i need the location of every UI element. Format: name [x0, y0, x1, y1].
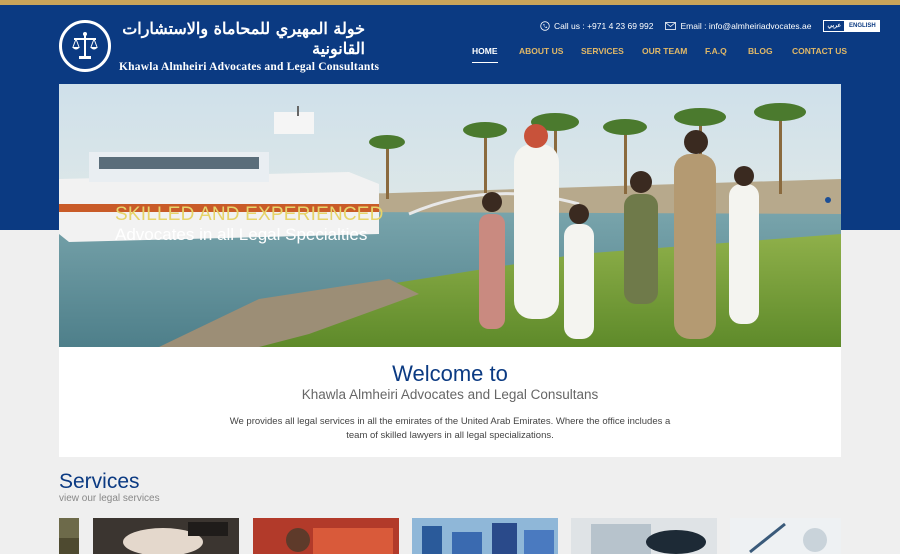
nav-blog[interactable]: BLOG: [748, 46, 773, 56]
email-address: Email : info@almheiriadvocates.ae: [680, 21, 812, 31]
services-subtitle: view our legal services: [59, 493, 160, 504]
service-thumbnail[interactable]: [730, 518, 841, 554]
service-thumbnail[interactable]: [412, 518, 558, 554]
email-us[interactable]: Email : info@almheiriadvocates.ae: [665, 21, 811, 31]
service-thumbnail[interactable]: [253, 518, 399, 554]
nav-about-us[interactable]: ABOUT US: [519, 46, 563, 56]
services-title: Services: [59, 470, 140, 493]
hero-subline: Advocates in all Legal Specialties: [115, 225, 368, 244]
welcome-text: We provides all legal services in all th…: [229, 416, 671, 441]
service-thumbnail[interactable]: [93, 518, 239, 554]
service-thumbnail[interactable]: [59, 518, 79, 554]
phone-number: Call us : +971 4 23 69 992: [554, 21, 654, 31]
lang-english-button[interactable]: ENGLISH: [845, 20, 880, 32]
nav-services[interactable]: SERVICES: [581, 46, 624, 56]
lang-arabic-button[interactable]: عربي: [823, 20, 846, 32]
phone-icon: [540, 21, 550, 31]
contact-bar: Call us : +971 4 23 69 992 Email : info@…: [540, 19, 880, 33]
language-switcher: عربي ENGLISH: [823, 20, 880, 32]
welcome-section: Welcome to Khawla Almheiri Advocates and…: [59, 347, 841, 457]
welcome-title: Welcome to: [392, 361, 508, 386]
main-nav: HOME ABOUT US SERVICES OUR TEAM F.A.Q BL…: [0, 46, 900, 66]
nav-contact-us[interactable]: CONTACT US: [792, 46, 847, 56]
nav-home[interactable]: HOME: [472, 46, 498, 63]
nav-faq[interactable]: F.A.Q: [705, 46, 727, 56]
hero-headline: SKILLED AND EXPERIENCED: [115, 204, 384, 225]
call-us[interactable]: Call us : +971 4 23 69 992: [540, 21, 653, 31]
hero-slider[interactable]: SKILLED AND EXPERIENCED Advocates in all…: [59, 84, 841, 347]
nav-our-team[interactable]: OUR TEAM: [642, 46, 687, 56]
slider-dot[interactable]: [825, 197, 831, 203]
welcome-subtitle: Khawla Almheiri Advocates and Legal Cons…: [301, 387, 599, 402]
service-thumbnail[interactable]: [571, 518, 717, 554]
envelope-icon: [665, 22, 677, 30]
